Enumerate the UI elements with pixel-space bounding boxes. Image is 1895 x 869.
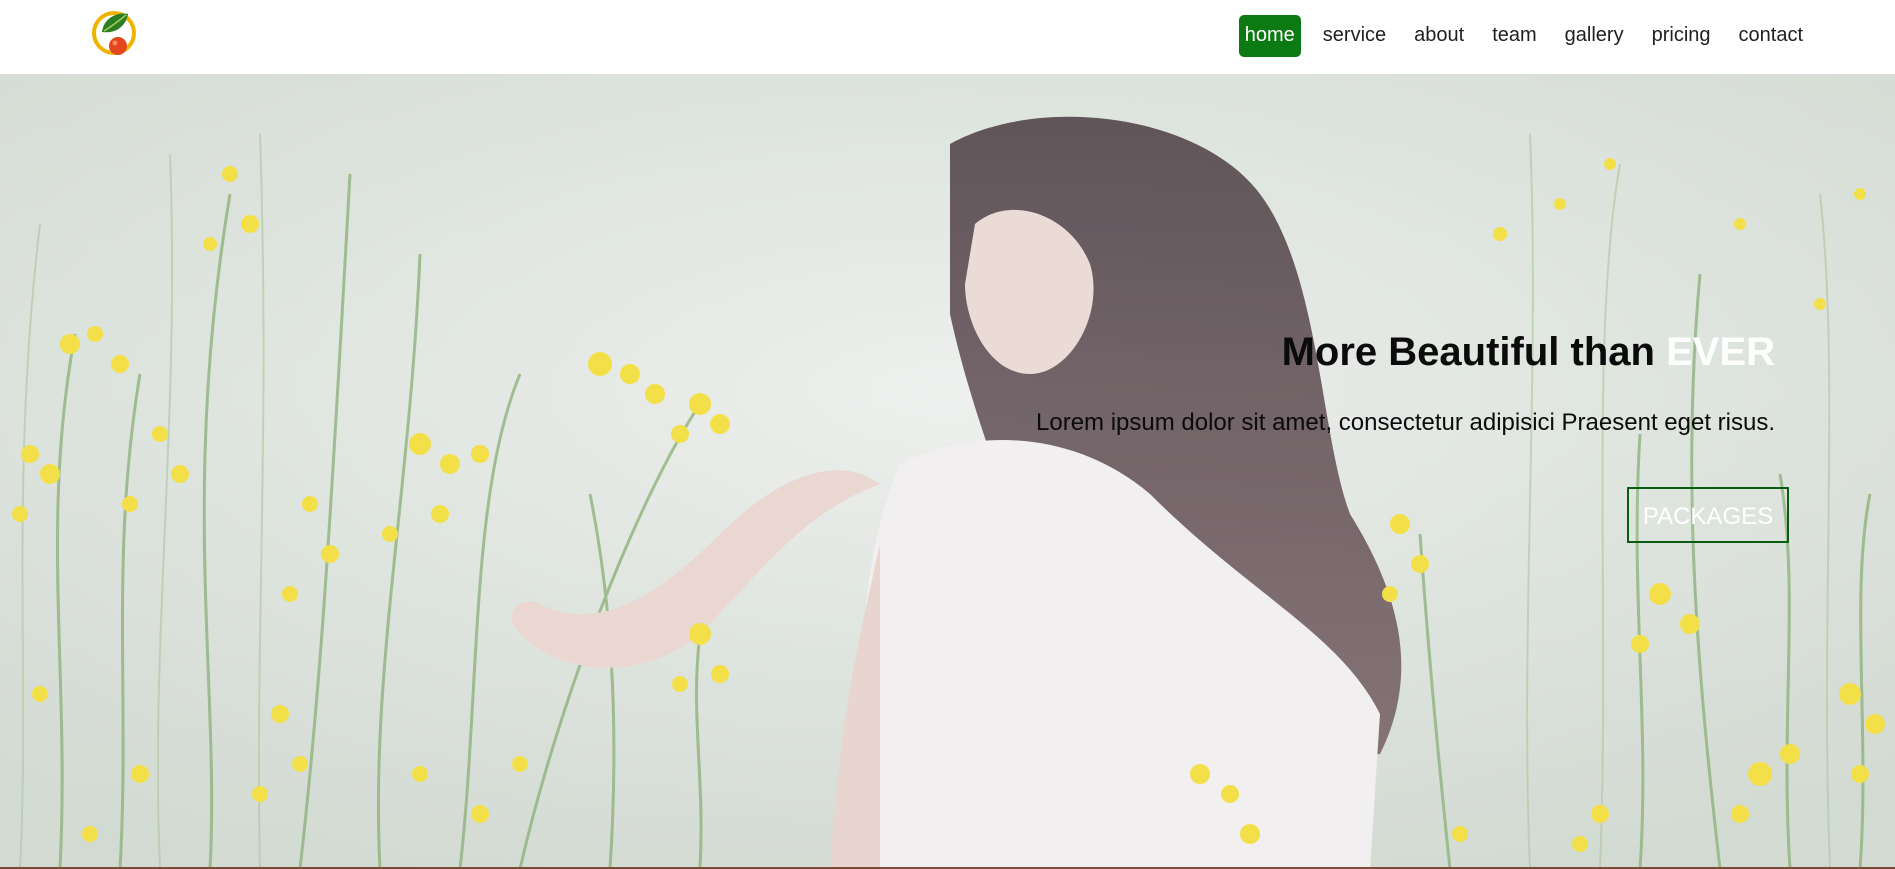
hero-subtitle: Lorem ipsum dolor sit amet, consectetur … <box>1036 409 1775 436</box>
hero-title-main: More Beautiful than <box>1281 330 1667 374</box>
nav-item-contact[interactable]: contact <box>1733 15 1809 57</box>
hero-text-block: More Beautiful than EVER Lorem ipsum dol… <box>1036 329 1775 437</box>
nav-item-home[interactable]: home <box>1238 15 1301 57</box>
hero-title-accent: EVER <box>1666 330 1775 374</box>
nav-item-about[interactable]: about <box>1408 15 1470 57</box>
site-header: home service about team gallery pricing … <box>0 0 1895 74</box>
main-nav: home service about team gallery pricing … <box>1238 15 1815 57</box>
hero-background-image <box>0 74 1895 869</box>
logo-icon[interactable] <box>92 6 140 58</box>
nav-item-gallery[interactable]: gallery <box>1559 15 1630 57</box>
nav-item-pricing[interactable]: pricing <box>1646 15 1717 57</box>
nav-item-team[interactable]: team <box>1486 15 1542 57</box>
hero-section: More Beautiful than EVER Lorem ipsum dol… <box>0 74 1895 869</box>
nav-item-service[interactable]: service <box>1317 15 1392 57</box>
packages-button[interactable]: PACKAGES <box>1627 487 1789 543</box>
hero-title: More Beautiful than EVER <box>1036 329 1775 375</box>
